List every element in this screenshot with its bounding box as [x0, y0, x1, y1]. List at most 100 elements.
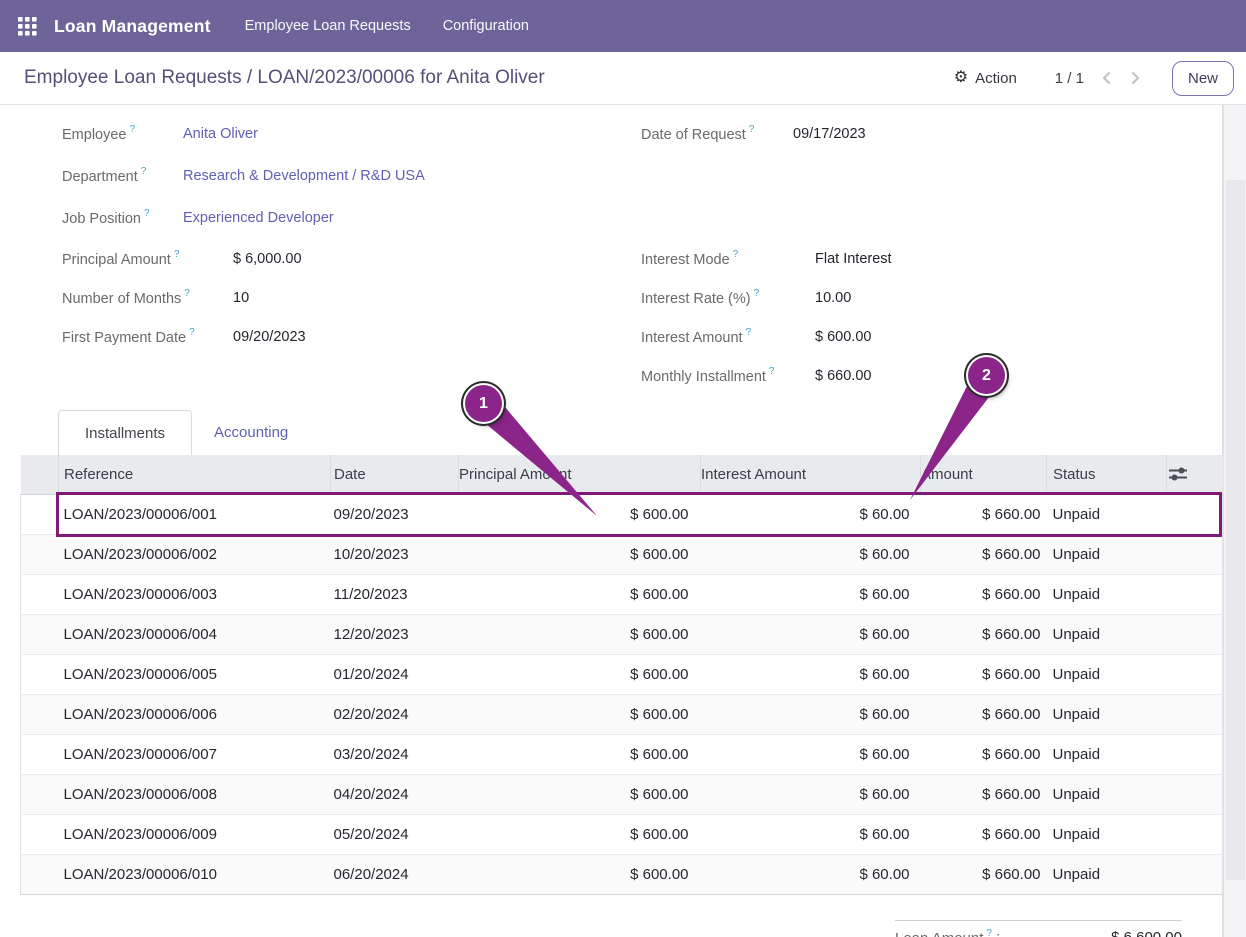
cell-interest-amount[interactable]: $ 60.00 [701, 774, 921, 814]
cell-reference[interactable]: LOAN/2023/00006/005 [59, 654, 331, 694]
column-options-button[interactable] [1167, 455, 1223, 494]
table-row[interactable]: LOAN/2023/00006/00501/20/2024$ 600.00$ 6… [21, 654, 1223, 694]
cell-amount[interactable]: $ 660.00 [921, 534, 1047, 574]
table-row[interactable]: LOAN/2023/00006/00311/20/2023$ 600.00$ 6… [21, 574, 1223, 614]
cell-date[interactable]: 10/20/2023 [331, 534, 459, 574]
chevron-left-icon[interactable] [1100, 71, 1114, 85]
cell-principal-amount[interactable]: $ 600.00 [459, 854, 701, 894]
cell-interest-amount[interactable]: $ 60.00 [701, 574, 921, 614]
cell-reference[interactable]: LOAN/2023/00006/007 [59, 734, 331, 774]
col-header-amount[interactable]: Amount [921, 455, 1047, 494]
field-value[interactable]: $ 6,000.00 [233, 251, 302, 267]
table-row[interactable]: LOAN/2023/00006/00905/20/2024$ 600.00$ 6… [21, 814, 1223, 854]
table-row[interactable]: LOAN/2023/00006/00109/20/2023$ 600.00$ 6… [21, 494, 1223, 534]
cell-reference[interactable]: LOAN/2023/00006/001 [59, 494, 331, 534]
scrollbar-thumb[interactable] [1226, 180, 1245, 880]
field-value[interactable]: 10 [233, 290, 249, 306]
field-value[interactable]: 10.00 [815, 290, 851, 306]
cell-principal-amount[interactable]: $ 600.00 [459, 654, 701, 694]
field-value[interactable]: Flat Interest [815, 251, 892, 267]
cell-date[interactable]: 01/20/2024 [331, 654, 459, 694]
cell-date[interactable]: 11/20/2023 [331, 574, 459, 614]
col-header-interest-amount[interactable]: Interest Amount [701, 455, 921, 494]
cell-principal-amount[interactable]: $ 600.00 [459, 694, 701, 734]
apps-grid-icon[interactable] [16, 15, 38, 37]
cell-amount[interactable]: $ 660.00 [921, 734, 1047, 774]
cell-reference[interactable]: LOAN/2023/00006/003 [59, 574, 331, 614]
cell-status[interactable]: Unpaid [1047, 694, 1167, 734]
cell-date[interactable]: 06/20/2024 [331, 854, 459, 894]
cell-date[interactable]: 05/20/2024 [331, 814, 459, 854]
cell-principal-amount[interactable]: $ 600.00 [459, 574, 701, 614]
field-value[interactable]: 09/20/2023 [233, 329, 306, 345]
col-header-principal-amount[interactable]: Principal Amount [459, 455, 701, 494]
cell-status[interactable]: Unpaid [1047, 854, 1167, 894]
tab-installments[interactable]: Installments [58, 410, 192, 455]
table-row[interactable]: LOAN/2023/00006/00602/20/2024$ 600.00$ 6… [21, 694, 1223, 734]
cell-date[interactable]: 09/20/2023 [331, 494, 459, 534]
cell-reference[interactable]: LOAN/2023/00006/008 [59, 774, 331, 814]
new-button[interactable]: New [1172, 61, 1234, 96]
cell-principal-amount[interactable]: $ 600.00 [459, 534, 701, 574]
col-header-status[interactable]: Status [1047, 455, 1167, 494]
cell-principal-amount[interactable]: $ 600.00 [459, 494, 701, 534]
field-value[interactable]: 09/17/2023 [793, 126, 866, 142]
cell-amount[interactable]: $ 660.00 [921, 574, 1047, 614]
cell-reference[interactable]: LOAN/2023/00006/004 [59, 614, 331, 654]
chevron-right-icon[interactable] [1128, 71, 1142, 85]
cell-amount[interactable]: $ 660.00 [921, 774, 1047, 814]
cell-interest-amount[interactable]: $ 60.00 [701, 814, 921, 854]
cell-principal-amount[interactable]: $ 600.00 [459, 814, 701, 854]
field-value[interactable]: Anita Oliver [183, 126, 258, 142]
cell-date[interactable]: 02/20/2024 [331, 694, 459, 734]
col-header-reference[interactable]: Reference [59, 455, 331, 494]
action-button[interactable]: ⚙ Action [954, 70, 1017, 87]
field-value[interactable]: $ 600.00 [815, 329, 871, 345]
cell-status[interactable]: Unpaid [1047, 814, 1167, 854]
field-value[interactable]: Experienced Developer [183, 210, 334, 226]
cell-date[interactable]: 04/20/2024 [331, 774, 459, 814]
cell-status[interactable]: Unpaid [1047, 734, 1167, 774]
cell-principal-amount[interactable]: $ 600.00 [459, 774, 701, 814]
cell-amount[interactable]: $ 660.00 [921, 814, 1047, 854]
cell-amount[interactable]: $ 660.00 [921, 694, 1047, 734]
cell-principal-amount[interactable]: $ 600.00 [459, 614, 701, 654]
table-row[interactable]: LOAN/2023/00006/00804/20/2024$ 600.00$ 6… [21, 774, 1223, 814]
col-header-date[interactable]: Date [331, 455, 459, 494]
cell-interest-amount[interactable]: $ 60.00 [701, 694, 921, 734]
cell-amount[interactable]: $ 660.00 [921, 654, 1047, 694]
table-row[interactable]: LOAN/2023/00006/00703/20/2024$ 600.00$ 6… [21, 734, 1223, 774]
cell-date[interactable]: 12/20/2023 [331, 614, 459, 654]
table-row[interactable]: LOAN/2023/00006/00412/20/2023$ 600.00$ 6… [21, 614, 1223, 654]
cell-interest-amount[interactable]: $ 60.00 [701, 614, 921, 654]
cell-interest-amount[interactable]: $ 60.00 [701, 534, 921, 574]
app-name[interactable]: Loan Management [54, 16, 211, 37]
field-value[interactable]: $ 660.00 [815, 368, 871, 384]
cell-status[interactable]: Unpaid [1047, 614, 1167, 654]
cell-amount[interactable]: $ 660.00 [921, 854, 1047, 894]
cell-status[interactable]: Unpaid [1047, 534, 1167, 574]
cell-date[interactable]: 03/20/2024 [331, 734, 459, 774]
cell-principal-amount[interactable]: $ 600.00 [459, 734, 701, 774]
pager-count[interactable]: 1 / 1 [1055, 70, 1084, 87]
cell-interest-amount[interactable]: $ 60.00 [701, 494, 921, 534]
nav-item-configuration[interactable]: Configuration [443, 18, 529, 34]
cell-status[interactable]: Unpaid [1047, 774, 1167, 814]
cell-status[interactable]: Unpaid [1047, 654, 1167, 694]
cell-interest-amount[interactable]: $ 60.00 [701, 734, 921, 774]
cell-reference[interactable]: LOAN/2023/00006/006 [59, 694, 331, 734]
cell-reference[interactable]: LOAN/2023/00006/010 [59, 854, 331, 894]
cell-interest-amount[interactable]: $ 60.00 [701, 854, 921, 894]
cell-interest-amount[interactable]: $ 60.00 [701, 654, 921, 694]
cell-reference[interactable]: LOAN/2023/00006/009 [59, 814, 331, 854]
cell-reference[interactable]: LOAN/2023/00006/002 [59, 534, 331, 574]
tab-accounting[interactable]: Accounting [192, 410, 310, 455]
table-row[interactable]: LOAN/2023/00006/00210/20/2023$ 600.00$ 6… [21, 534, 1223, 574]
cell-amount[interactable]: $ 660.00 [921, 494, 1047, 534]
nav-item-employee-loan-requests[interactable]: Employee Loan Requests [245, 18, 411, 34]
cell-status[interactable]: Unpaid [1047, 574, 1167, 614]
table-row[interactable]: LOAN/2023/00006/01006/20/2024$ 600.00$ 6… [21, 854, 1223, 894]
field-value[interactable]: Research & Development / R&D USA [183, 168, 425, 184]
cell-amount[interactable]: $ 660.00 [921, 614, 1047, 654]
cell-status[interactable]: Unpaid [1047, 494, 1167, 534]
